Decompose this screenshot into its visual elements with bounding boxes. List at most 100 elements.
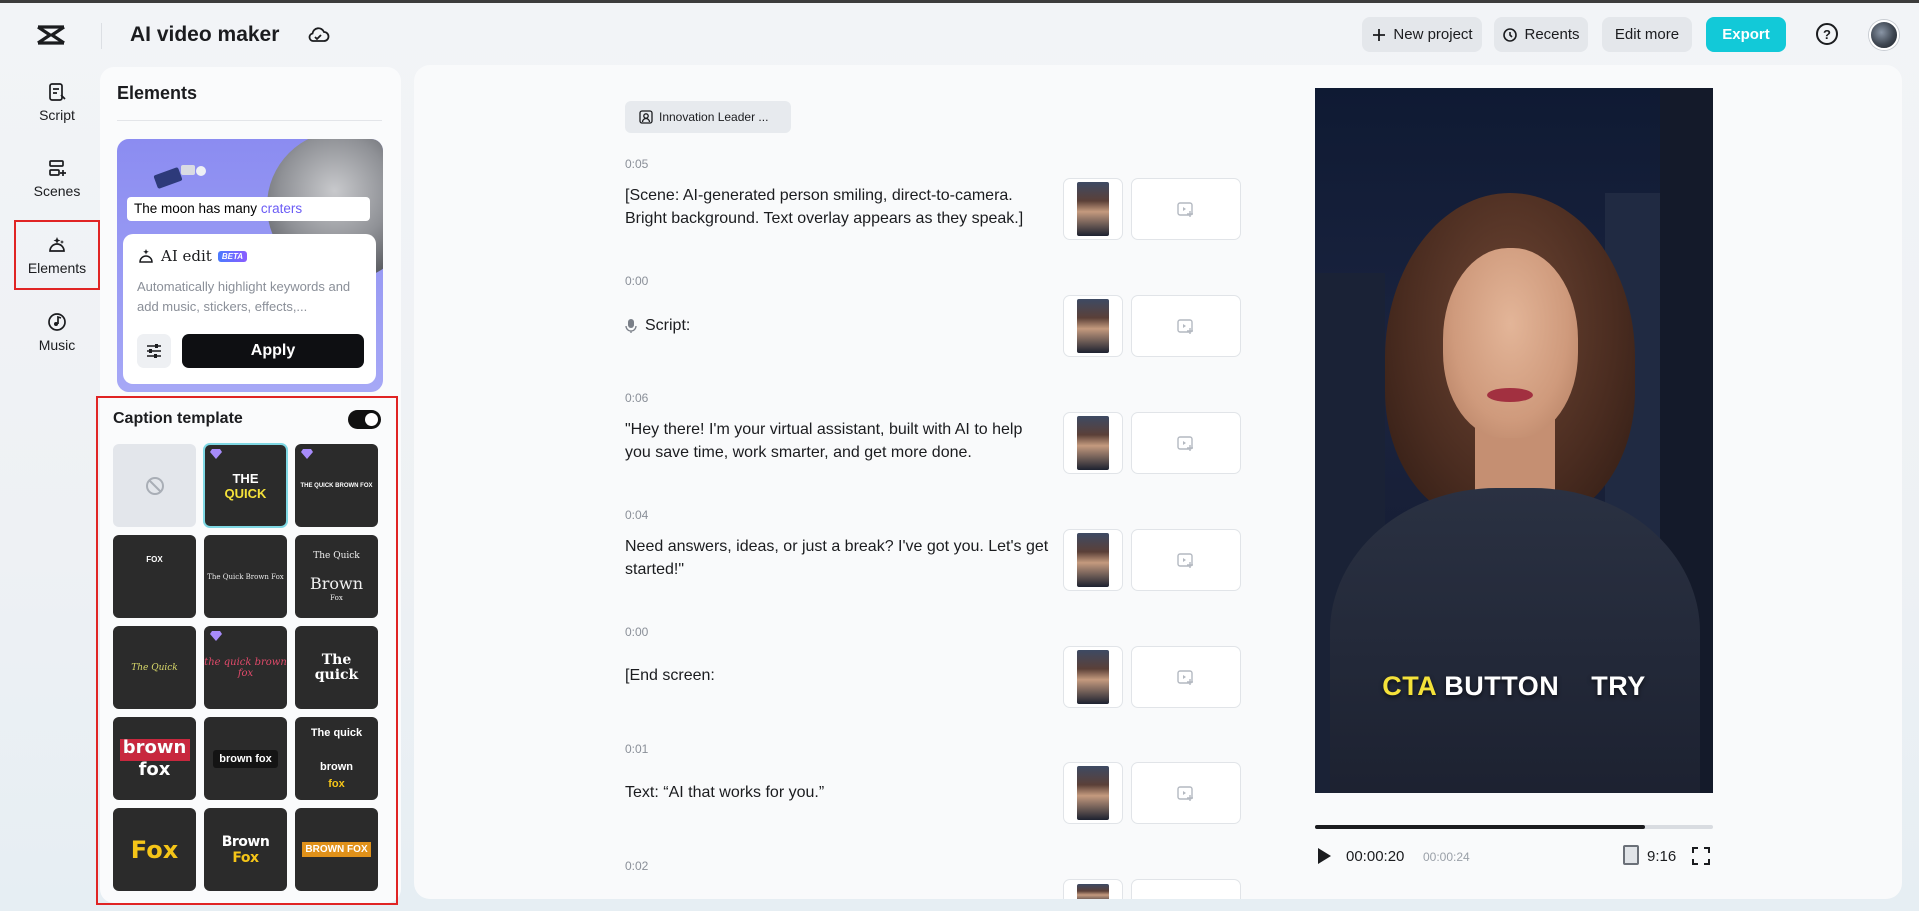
caption-template-tile[interactable]: BROWN FOX <box>295 808 378 891</box>
recents-button[interactable]: Recents <box>1494 17 1588 52</box>
add-media-button[interactable] <box>1131 295 1241 357</box>
elements-panel: Elements The moon has many craters AI ed… <box>100 67 401 903</box>
video-preview[interactable]: CTA BUTTON TRY <box>1315 88 1713 793</box>
export-button[interactable]: Export <box>1706 17 1786 52</box>
avatar-thumbnail <box>1077 533 1109 587</box>
scene-avatar-thumb[interactable] <box>1063 178 1123 240</box>
add-media-button[interactable] <box>1131 762 1241 824</box>
sliders-icon <box>145 343 163 359</box>
tile-text: The quickbrown fox <box>311 725 362 793</box>
scene-avatar-thumb[interactable] <box>1063 412 1123 474</box>
scene-timestamp: 0:02 <box>625 859 648 873</box>
avatar-thumbnail <box>1077 416 1109 470</box>
ai-edit-label: AI edit <box>161 247 212 265</box>
recents-label: Recents <box>1524 26 1579 43</box>
caption-template-tile[interactable]: The QuickBrown Fox <box>295 535 378 618</box>
premium-gem-icon <box>301 449 313 459</box>
play-icon[interactable] <box>1318 848 1331 864</box>
ai-edit-box: AI edit BETA Automatically highlight key… <box>123 234 376 384</box>
scene-timestamp: 0:01 <box>625 742 648 756</box>
scene-avatar-thumb[interactable] <box>1063 646 1123 708</box>
ai-settings-button[interactable] <box>137 334 171 368</box>
aspect-ratio[interactable]: 9:16 <box>1647 848 1676 865</box>
user-avatar[interactable] <box>1869 20 1899 50</box>
add-media-icon <box>1177 435 1195 451</box>
caption-template-tile[interactable]: THE QUICK <box>204 444 287 527</box>
scene-timestamp: 0:04 <box>625 508 648 522</box>
add-media-button[interactable] <box>1131 412 1241 474</box>
script-icon <box>46 81 68 103</box>
presenter-face <box>1443 248 1578 438</box>
caption-template-tile[interactable]: The quick <box>295 626 378 709</box>
avatar-chip[interactable]: Innovation Leader ... <box>625 101 791 133</box>
edit-more-label: Edit more <box>1615 26 1679 43</box>
caption-template-none[interactable] <box>113 444 196 527</box>
player-controls: 00:00:20 00:00:24 9:16 <box>1315 845 1713 869</box>
scene-text[interactable]: Need answers, ideas, or just a break? I'… <box>625 535 1050 581</box>
caption-template-tile[interactable]: THE QUICK BROWN FOX <box>295 444 378 527</box>
scene-avatar-thumb[interactable] <box>1063 762 1123 824</box>
scene-avatar-thumb[interactable] <box>1063 295 1123 357</box>
playback-progress-fill <box>1315 825 1645 829</box>
rail-item-scenes[interactable]: Scenes <box>16 145 98 211</box>
scene-text-row[interactable]: Script: <box>625 314 1050 337</box>
tile-text-yellow: QUICK <box>225 486 267 501</box>
scene-text[interactable]: [End screen: <box>625 664 1050 687</box>
caption-template-tile[interactable]: Brown Fox <box>204 808 287 891</box>
elements-icon <box>46 234 68 256</box>
rail-item-elements[interactable]: Elements <box>16 222 98 288</box>
beta-badge: BETA <box>218 251 247 262</box>
presenter-lips <box>1487 388 1533 402</box>
premium-gem-icon <box>210 631 222 641</box>
caption-template-tile[interactable]: FOX <box>113 535 196 618</box>
tile-text: THE QUICK BROWN FOX <box>301 483 373 489</box>
tile-text-line: Brown <box>310 577 363 591</box>
add-media-button[interactable] <box>1131 178 1241 240</box>
scene-text[interactable]: Text: “AI that works for you.” <box>625 781 1050 804</box>
add-media-button[interactable] <box>1131 646 1241 708</box>
aspect-ratio-icon[interactable] <box>1623 845 1639 865</box>
add-media-icon <box>1177 669 1195 685</box>
ai-edit-card: The moon has many craters AI edit BETA A… <box>117 139 383 392</box>
tile-text: The Quick Brown Fox <box>207 573 283 581</box>
caption-template-tile[interactable]: The Quick Brown Fox <box>204 535 287 618</box>
rail-item-label: Music <box>39 337 76 353</box>
caption-template-tile[interactable]: Fox <box>113 808 196 891</box>
fullscreen-icon[interactable] <box>1691 846 1711 866</box>
rail-item-label: Scenes <box>34 183 81 199</box>
scene-text[interactable]: "Hey there! I'm your virtual assistant, … <box>625 418 1050 464</box>
rail-item-music[interactable]: Music <box>16 299 98 365</box>
new-project-button[interactable]: New project <box>1362 17 1482 52</box>
caption-template-tile[interactable]: brown fox <box>204 717 287 800</box>
add-media-icon <box>1177 785 1195 801</box>
sample-caption: The moon has many craters <box>127 197 370 221</box>
add-media-icon <box>1177 318 1195 334</box>
tile-text-line: The Quick <box>310 549 363 563</box>
help-icon[interactable]: ? <box>1816 23 1838 45</box>
avatar-thumbnail <box>1077 766 1109 820</box>
add-media-icon <box>1177 201 1195 217</box>
rail-item-script[interactable]: Script <box>16 69 98 135</box>
edit-more-button[interactable]: Edit more <box>1602 17 1692 52</box>
scene-timestamp: 0:06 <box>625 391 648 405</box>
scene-avatar-thumb[interactable] <box>1063 879 1123 899</box>
add-media-button[interactable] <box>1131 529 1241 591</box>
ai-edit-heading: AI edit BETA <box>137 247 247 265</box>
apply-button[interactable]: Apply <box>182 334 364 368</box>
caption-template-section: Caption template THE QUICK THE QUICK BRO… <box>98 398 396 903</box>
tile-text: BROWN FOX <box>302 842 370 857</box>
scene-text[interactable]: [Scene: AI-generated person smiling, dir… <box>625 184 1050 230</box>
scenes-icon <box>46 157 68 179</box>
add-media-button[interactable] <box>1131 879 1241 899</box>
caption-template-toggle[interactable] <box>348 410 381 429</box>
capcut-logo-icon[interactable] <box>36 23 66 47</box>
scene-avatar-thumb[interactable] <box>1063 529 1123 591</box>
caption-template-tile[interactable]: The quickbrown fox <box>295 717 378 800</box>
caption-template-tile[interactable]: The Quick <box>113 626 196 709</box>
playback-progress[interactable] <box>1315 825 1713 829</box>
tile-text-line: fox <box>311 776 362 793</box>
caption-template-tile[interactable]: brown fox <box>113 717 196 800</box>
cloud-sync-icon[interactable] <box>306 25 330 45</box>
tile-text-line: The quick <box>311 725 362 742</box>
caption-template-tile[interactable]: the quick brown fox <box>204 626 287 709</box>
